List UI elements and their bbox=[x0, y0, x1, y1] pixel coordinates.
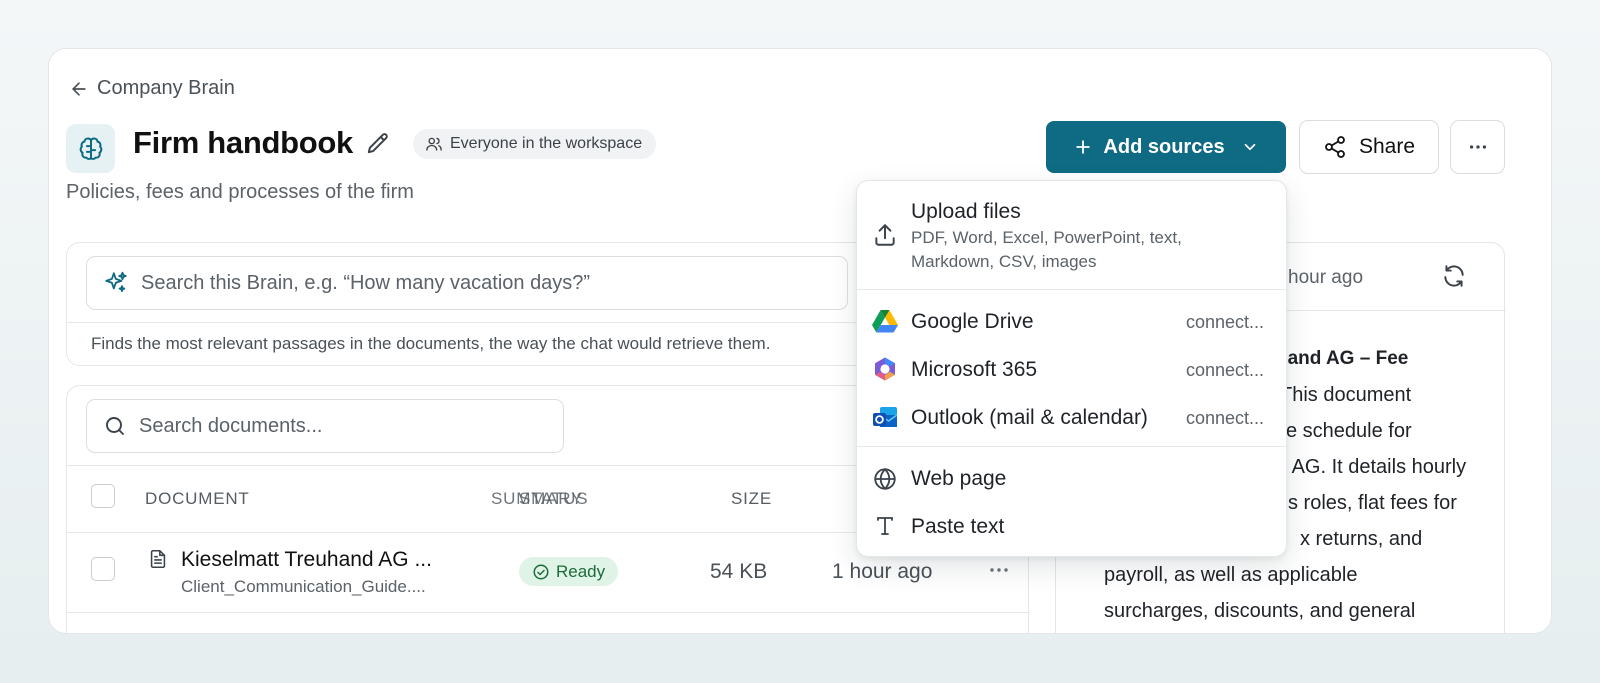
summary-line: surcharges, discounts, and general bbox=[1104, 600, 1416, 622]
summary-line: payroll, as well as applicable bbox=[1104, 564, 1358, 586]
microsoft-365-icon bbox=[872, 356, 898, 382]
plus-icon bbox=[1073, 137, 1093, 157]
microsoft-365-status: connect... bbox=[1186, 360, 1265, 380]
edit-title-button[interactable] bbox=[365, 131, 391, 157]
column-header-size[interactable]: SIZE bbox=[731, 489, 772, 509]
more-options-button[interactable] bbox=[1450, 120, 1505, 174]
google-drive-status: connect... bbox=[1186, 312, 1265, 332]
documents-search-box[interactable] bbox=[86, 399, 564, 453]
page-title: Firm handbook bbox=[133, 125, 353, 160]
users-icon bbox=[425, 135, 443, 153]
breadcrumb-label: Company Brain bbox=[97, 77, 235, 99]
arrow-left-icon bbox=[69, 79, 89, 99]
menu-item-web-page[interactable]: Web page bbox=[857, 457, 1288, 501]
brain-avatar bbox=[66, 124, 115, 173]
brain-search-box[interactable] bbox=[86, 256, 848, 310]
divider bbox=[857, 446, 1288, 447]
outlook-label: Outlook (mail & calendar) bbox=[911, 406, 1148, 429]
status-label: Ready bbox=[556, 561, 606, 581]
outlook-icon bbox=[871, 404, 899, 432]
check-circle-icon bbox=[532, 563, 550, 581]
menu-item-paste-text[interactable]: Paste text bbox=[857, 505, 1288, 549]
add-sources-button[interactable]: Add sources bbox=[1046, 121, 1286, 173]
web-page-label: Web page bbox=[911, 467, 1007, 490]
select-all-checkbox[interactable] bbox=[91, 484, 115, 508]
chevron-down-icon bbox=[1241, 138, 1259, 156]
status-badge: Ready bbox=[519, 557, 619, 586]
menu-item-upload-files[interactable]: Upload files PDF, Word, Excel, PowerPoin… bbox=[857, 181, 1288, 289]
google-drive-icon bbox=[872, 309, 898, 333]
divider bbox=[857, 289, 1288, 290]
document-filename: Client_Communication_Guide.... bbox=[181, 577, 426, 596]
microsoft-365-label: Microsoft 365 bbox=[911, 358, 1038, 381]
column-header-status[interactable]: STATUS bbox=[519, 489, 588, 509]
text-type-icon bbox=[873, 514, 897, 538]
more-horizontal-icon bbox=[1467, 136, 1489, 158]
column-header-document[interactable]: DOCUMENT bbox=[145, 489, 250, 509]
document-name[interactable]: Kieselmatt Treuhand AG ... bbox=[181, 548, 432, 572]
add-sources-label: Add sources bbox=[1103, 135, 1225, 158]
menu-item-microsoft-365[interactable]: Microsoft 365 connect... bbox=[857, 348, 1288, 392]
pencil-icon bbox=[365, 131, 391, 157]
brain-search-input[interactable] bbox=[141, 271, 831, 295]
brain-icon bbox=[77, 135, 105, 163]
documents-search-input[interactable] bbox=[139, 414, 539, 438]
upload-files-label: Upload files bbox=[911, 200, 1021, 223]
divider bbox=[67, 612, 1030, 613]
sparkle-icon bbox=[103, 270, 129, 296]
row-more-button[interactable] bbox=[987, 558, 1011, 582]
brain-search-hint: Finds the most relevant passages in the … bbox=[91, 334, 771, 353]
outlook-status: connect... bbox=[1186, 408, 1265, 428]
document-updated: 1 hour ago bbox=[832, 560, 933, 583]
back-link[interactable]: Company Brain bbox=[69, 77, 235, 100]
add-sources-menu: Upload files PDF, Word, Excel, PowerPoin… bbox=[856, 180, 1288, 557]
audience-label: Everyone in the workspace bbox=[450, 135, 643, 152]
upload-icon bbox=[872, 222, 898, 248]
google-drive-label: Google Drive bbox=[911, 310, 1034, 333]
paste-text-label: Paste text bbox=[911, 515, 1005, 538]
refresh-icon bbox=[1441, 263, 1467, 289]
menu-item-outlook[interactable]: Outlook (mail & calendar) connect... bbox=[857, 396, 1288, 440]
refresh-summary-button[interactable] bbox=[1441, 263, 1467, 289]
row-checkbox[interactable] bbox=[91, 557, 115, 581]
share-label: Share bbox=[1358, 135, 1416, 158]
summary-updated: hour ago bbox=[1288, 267, 1364, 288]
upload-files-description: PDF, Word, Excel, PowerPoint, text, Mark… bbox=[911, 228, 1182, 271]
globe-icon bbox=[872, 466, 898, 492]
main-card: Company Brain Firm handbook Everyone in … bbox=[48, 48, 1552, 634]
audience-badge[interactable]: Everyone in the workspace bbox=[413, 129, 657, 159]
menu-item-google-drive[interactable]: Google Drive connect... bbox=[857, 300, 1288, 344]
share-button[interactable]: Share bbox=[1299, 120, 1439, 174]
search-icon bbox=[103, 414, 127, 438]
file-text-icon bbox=[147, 547, 169, 571]
share-icon bbox=[1323, 135, 1347, 159]
document-size: 54 KB bbox=[710, 560, 768, 583]
more-horizontal-icon bbox=[987, 558, 1011, 582]
page-subtitle: Policies, fees and processes of the firm bbox=[66, 181, 414, 203]
